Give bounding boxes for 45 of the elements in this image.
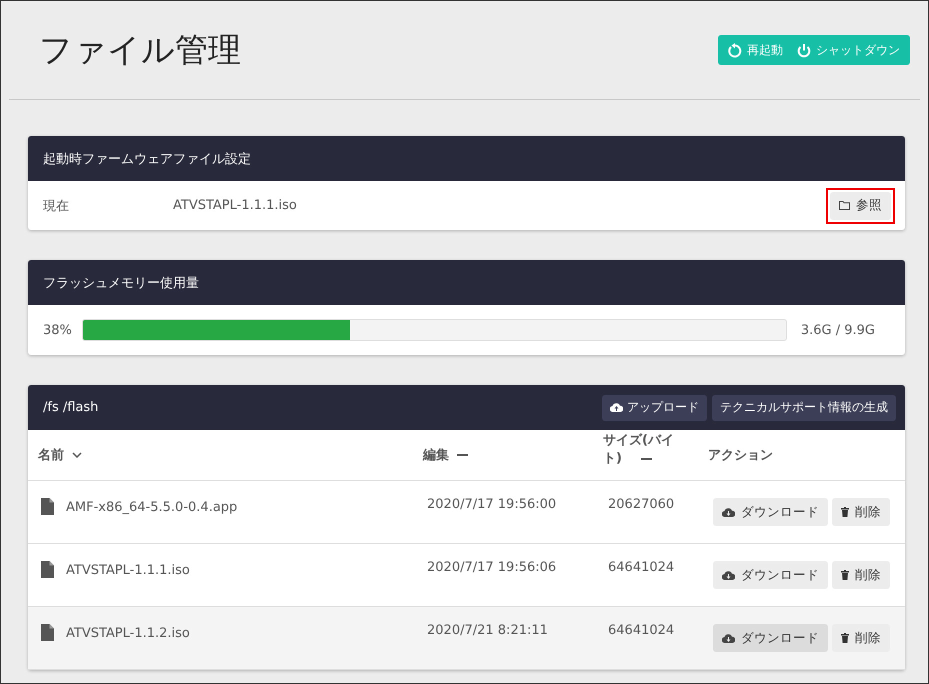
cloud-download-icon bbox=[722, 634, 735, 642]
table-cell: 20627060 bbox=[608, 497, 674, 512]
table-cell: 2020/7/21 8:21:11 bbox=[427, 623, 548, 638]
column-header[interactable]: サイズ(バイト) bbox=[603, 432, 675, 468]
file-icon bbox=[41, 624, 54, 641]
card-title: 起動時ファームウェアファイル設定 bbox=[43, 150, 251, 168]
card-title: /fs /flash bbox=[43, 400, 98, 415]
column-header[interactable]: 編集 bbox=[423, 446, 449, 464]
delete-button[interactable]: 削除 bbox=[832, 561, 890, 589]
power-icon bbox=[797, 42, 811, 58]
file-name: AMF-x86_64-5.5.0-0.4.app bbox=[66, 499, 238, 515]
table-row[interactable]: ATVSTAPL-1.1.2.iso 2020/7/21 8:21:11 64641024 ダウンロード 削除 bbox=[28, 607, 905, 670]
page-title: ファイル管理 bbox=[39, 28, 241, 70]
column-header[interactable]: 名前 bbox=[38, 446, 64, 464]
table-cell: 2020/7/17 19:56:06 bbox=[427, 560, 556, 575]
download-button[interactable]: ダウンロード bbox=[713, 624, 828, 652]
column-header[interactable]: アクション bbox=[708, 446, 773, 464]
file-icon bbox=[41, 561, 54, 578]
file-name: ATVSTAPL-1.1.1.iso bbox=[66, 562, 190, 578]
delete-button[interactable]: 削除 bbox=[832, 498, 890, 526]
folder-icon bbox=[839, 201, 850, 210]
file-name: ATVSTAPL-1.1.2.iso bbox=[66, 625, 190, 641]
cloud-upload-icon bbox=[610, 403, 623, 412]
table-cell: 2020/7/17 19:56:00 bbox=[427, 497, 556, 512]
toolbar-button[interactable]: テクニカルサポート情報の生成 bbox=[712, 394, 896, 420]
trash-icon bbox=[841, 633, 849, 643]
delete-button[interactable]: 削除 bbox=[832, 624, 890, 652]
card-title: フラッシュメモリー使用量 bbox=[43, 274, 199, 292]
usage-text: 3.6G / 9.9G bbox=[800, 322, 875, 338]
table-cell: 64641024 bbox=[608, 623, 674, 638]
trash-icon bbox=[841, 507, 849, 517]
field-value: ATVSTAPL-1.1.1.iso bbox=[173, 198, 298, 213]
browse-button[interactable]: 参照 bbox=[830, 192, 891, 220]
usage-percent: 38% bbox=[43, 322, 72, 338]
field-label: 現在 bbox=[43, 198, 70, 214]
trash-icon bbox=[841, 570, 849, 580]
file-icon bbox=[41, 498, 54, 515]
download-button[interactable]: ダウンロード bbox=[713, 498, 828, 526]
cloud-download-icon bbox=[722, 508, 735, 516]
table-cell: 64641024 bbox=[608, 560, 674, 575]
restart-icon bbox=[728, 42, 742, 58]
cloud-download-icon bbox=[722, 570, 735, 580]
toolbar-button[interactable]: アップロード bbox=[602, 394, 707, 420]
download-button[interactable]: ダウンロード bbox=[713, 561, 828, 589]
table-row[interactable]: AMF-x86_64-5.5.0-0.4.app 2020/7/17 19:56:00 20627060 ダウンロード 削除 bbox=[28, 481, 905, 544]
